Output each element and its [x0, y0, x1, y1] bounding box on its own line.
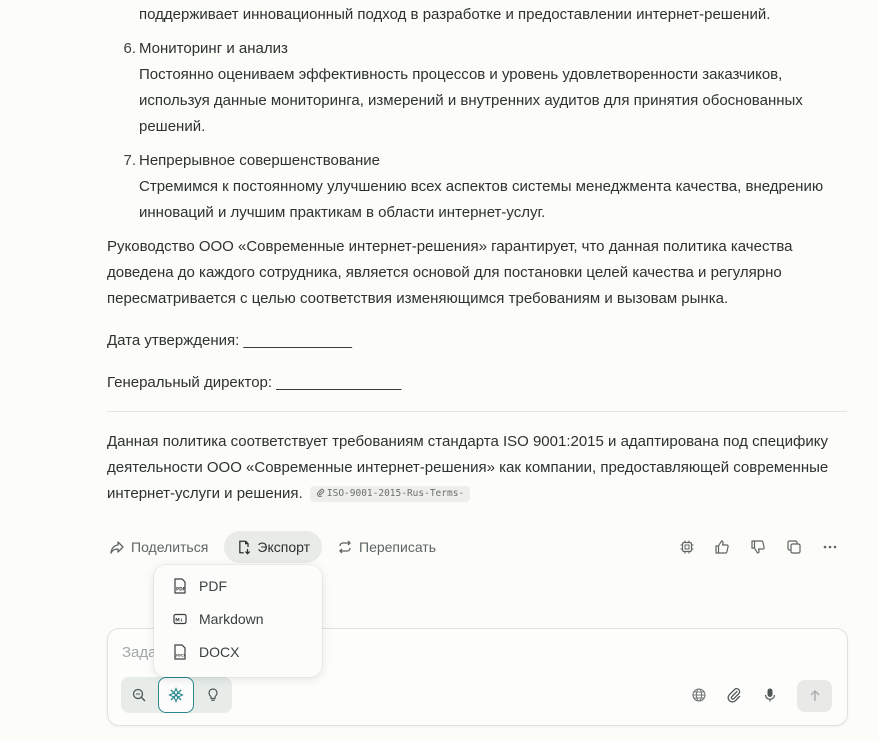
labs-mode-button[interactable] — [195, 677, 231, 713]
microphone-icon — [764, 688, 776, 702]
paperclip-icon — [727, 688, 741, 703]
rewrite-icon — [339, 540, 351, 554]
docx-file-icon: DOCX — [174, 644, 187, 660]
footer-paragraph: Данная политика соответствует требования… — [107, 429, 847, 507]
share-button[interactable]: Поделиться — [109, 531, 208, 563]
rewrite-label: Переписать — [359, 539, 437, 555]
share-label: Поделиться — [131, 539, 209, 555]
share-icon — [110, 541, 124, 554]
export-menu-item-docx[interactable]: DOCX DOCX — [154, 636, 322, 668]
more-options-button[interactable] — [820, 537, 840, 557]
list-number: 7. — [123, 152, 136, 169]
export-menu-label: DOCX — [199, 644, 240, 660]
voice-input-button[interactable] — [759, 684, 781, 706]
thumbs-up-button[interactable] — [712, 537, 732, 557]
export-menu-label: PDF — [199, 578, 227, 594]
management-paragraph: Руководство ООО «Современные интернет-ре… — [107, 238, 793, 307]
svg-text:DOCX: DOCX — [175, 654, 187, 658]
list-item-body: Стремимся к постоянному улучшению всех а… — [139, 178, 824, 221]
list-item-title: Мониторинг и анализ — [139, 40, 288, 57]
list-item-5-body-tail: поддерживает инновационный подход в разр… — [139, 6, 771, 23]
export-file-icon — [239, 540, 251, 555]
thumbs-down-icon — [751, 540, 765, 554]
divider — [107, 411, 847, 412]
copy-icon — [787, 540, 801, 554]
more-horizontal-icon — [823, 545, 837, 549]
source-citation-chip[interactable]: ISO-9001-2015-Rus-Terms- — [309, 486, 471, 502]
search-mode-button[interactable] — [121, 677, 157, 713]
research-icon — [168, 687, 184, 703]
copy-button[interactable] — [784, 537, 804, 557]
export-menu-item-markdown[interactable]: M↓ Markdown — [154, 603, 322, 635]
list-number: 6. — [123, 40, 136, 57]
thumbs-down-button[interactable] — [748, 537, 768, 557]
export-menu: PDF PDF M↓ Markdown DOCX DOCX — [154, 565, 322, 677]
model-info-button[interactable] — [677, 537, 697, 557]
globe-icon — [692, 688, 706, 702]
svg-text:M↓: M↓ — [175, 617, 183, 623]
markdown-icon: M↓ — [173, 613, 187, 625]
export-label: Экспорт — [257, 539, 310, 555]
export-button[interactable]: Экспорт — [224, 531, 322, 563]
approval-date: Дата утверждения: _____________ — [107, 332, 352, 349]
director-signature-line: Генеральный директор: _______________ — [107, 374, 402, 391]
search-icon — [132, 688, 146, 702]
arrow-up-icon — [810, 690, 819, 701]
paperclip-icon — [316, 488, 325, 498]
lightbulb-icon — [208, 688, 218, 701]
svg-text:PDF: PDF — [176, 587, 186, 592]
list-item-title: Непрерывное совершенствование — [139, 152, 381, 169]
export-menu-label: Markdown — [199, 611, 264, 627]
list-item-body: Постоянно оцениваем эффективность процес… — [139, 66, 803, 135]
source-citation-label: ISO-9001-2015-Rus-Terms- — [326, 488, 465, 499]
attach-button[interactable] — [723, 684, 745, 706]
rewrite-button[interactable]: Переписать — [337, 531, 436, 563]
submit-button[interactable] — [797, 680, 832, 712]
research-mode-button[interactable] — [158, 677, 194, 713]
pdf-file-icon: PDF — [174, 578, 186, 594]
chip-icon — [680, 540, 694, 554]
language-button[interactable] — [688, 684, 710, 706]
thumbs-up-icon — [715, 540, 729, 554]
export-menu-item-pdf[interactable]: PDF PDF — [154, 570, 322, 602]
search-mode-group — [121, 677, 232, 713]
